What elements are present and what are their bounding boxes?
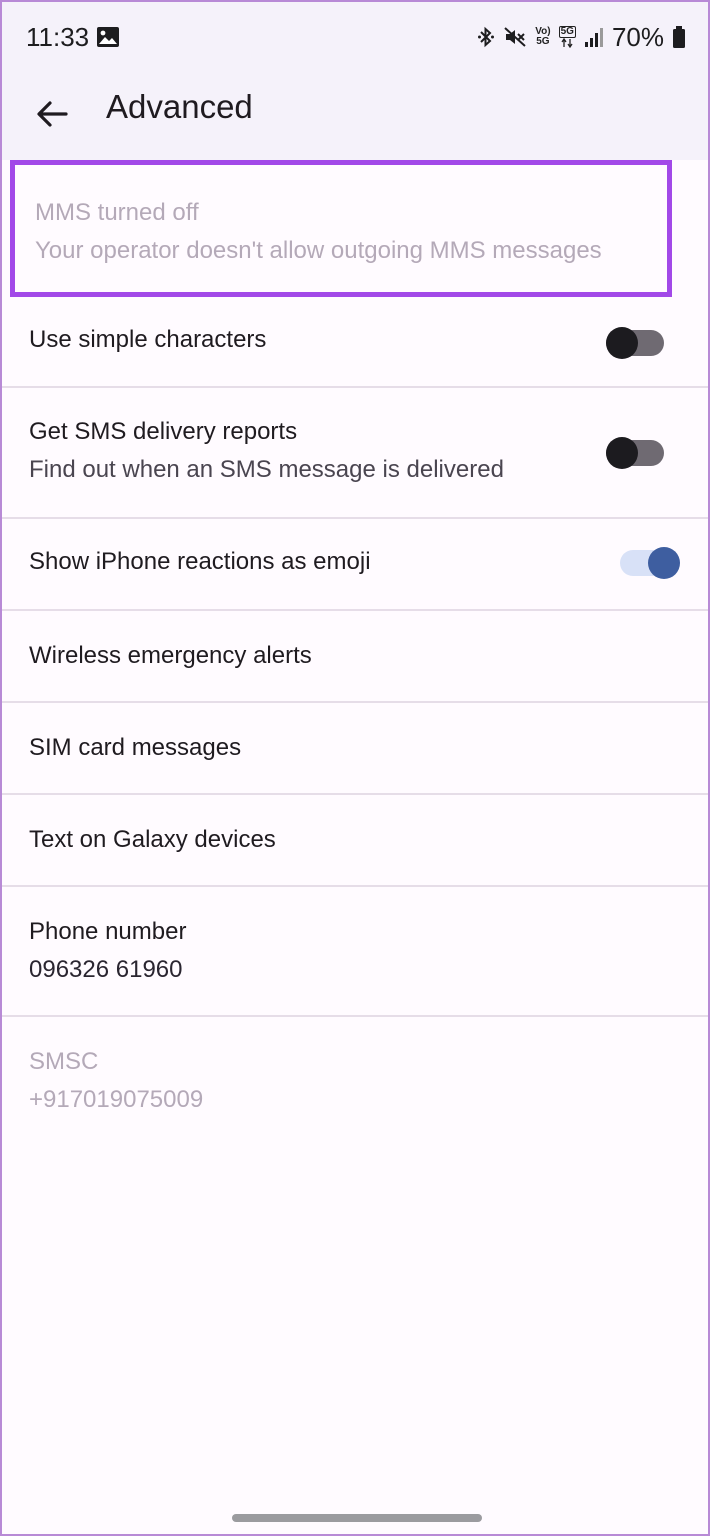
setting-phone-number[interactable]: Phone number 096326 61960 [2, 887, 708, 1017]
delivery-reports-toggle[interactable] [606, 437, 664, 469]
setting-label: Show iPhone reactions as emoji [29, 548, 371, 575]
setting-label: Wireless emergency alerts [29, 642, 312, 669]
back-arrow-icon [37, 101, 68, 127]
mms-title: MMS turned off [35, 199, 199, 226]
setting-text-on-galaxy[interactable]: Text on Galaxy devices [2, 795, 708, 887]
setting-label: SIM card messages [29, 734, 242, 761]
simple-characters-toggle[interactable] [606, 327, 664, 359]
phone-number-value: 096326 61960 [29, 956, 183, 983]
setting-label: SMSC [29, 1048, 99, 1075]
mms-status-item: MMS turned off Your operator doesn't all… [10, 160, 672, 297]
setting-iphone-reactions[interactable]: Show iPhone reactions as emoji [2, 519, 708, 611]
setting-label: Phone number [29, 918, 187, 945]
gallery-icon [97, 27, 119, 47]
setting-label: Text on Galaxy devices [29, 826, 276, 853]
back-button[interactable] [28, 90, 76, 138]
mms-subtitle: Your operator doesn't allow outgoing MMS… [35, 237, 602, 264]
setting-subtitle: Find out when an SMS message is delivere… [29, 456, 504, 483]
iphone-reactions-toggle[interactable] [620, 547, 680, 579]
volte-indicator: Vo) 5G [535, 27, 550, 47]
data-arrows-icon [561, 38, 573, 48]
setting-sim-card-messages[interactable]: SIM card messages [2, 703, 708, 795]
toggle-knob [606, 437, 638, 469]
battery-percent: 70% [611, 21, 664, 52]
toggle-knob [648, 547, 680, 579]
top-section: 11:33 Vo) 5G 5G 70% Advanced [2, 2, 708, 160]
status-icons: Vo) 5G 5G 70% [477, 20, 686, 54]
mute-icon [504, 27, 526, 47]
page-title: Advanced [106, 88, 253, 125]
toggle-knob [606, 327, 638, 359]
status-bar: 11:33 Vo) 5G 5G 70% [2, 2, 708, 74]
setting-label: Use simple characters [29, 326, 267, 353]
battery-icon [673, 26, 685, 48]
volte-sub-label: 5G [536, 36, 550, 47]
signal-icon [584, 28, 603, 47]
setting-sms-delivery-reports[interactable]: Get SMS delivery reports Find out when a… [2, 388, 708, 519]
network-indicator: 5G [558, 26, 576, 48]
network-label: 5G [558, 26, 576, 38]
setting-simple-characters[interactable]: Use simple characters [2, 297, 708, 388]
setting-smsc: SMSC +917019075009 [2, 1017, 708, 1145]
smsc-value: +917019075009 [29, 1086, 204, 1113]
screen: 11:33 Vo) 5G 5G 70% Advanced MMS turned … [0, 0, 710, 1536]
setting-wireless-emergency-alerts[interactable]: Wireless emergency alerts [2, 611, 708, 703]
bluetooth-icon [478, 26, 495, 48]
setting-label: Get SMS delivery reports [29, 418, 298, 445]
app-bar: Advanced [2, 74, 708, 160]
status-time: 11:33 [26, 22, 90, 52]
home-indicator[interactable] [232, 1514, 482, 1522]
